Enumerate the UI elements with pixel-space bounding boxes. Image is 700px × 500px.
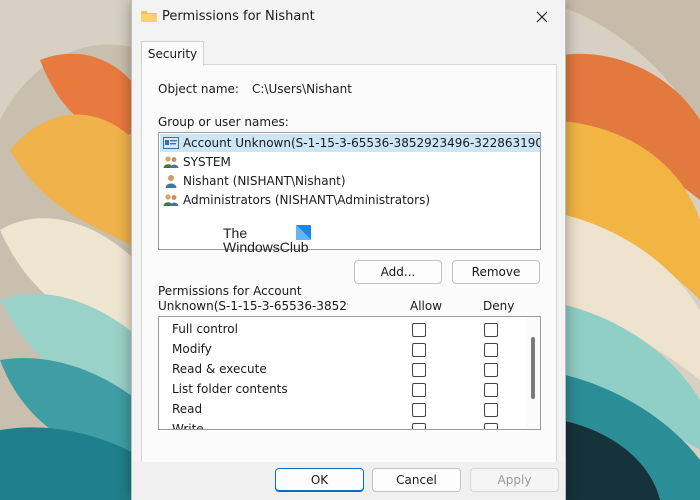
vertical-scrollbar[interactable] [526,317,540,429]
close-icon [536,11,548,23]
security-panel: Object name: C:\Users\Nishant Group or u… [141,64,557,464]
allow-checkbox[interactable] [412,343,426,357]
list-item-label: Administrators (NISHANT\Administrators) [183,193,431,207]
deny-checkbox[interactable] [484,383,498,397]
title-bar: Permissions for Nishant [132,0,565,34]
deny-checkbox[interactable] [484,423,498,429]
list-item[interactable]: SYSTEM [163,153,231,171]
deny-checkbox[interactable] [484,323,498,337]
object-name-value: C:\Users\Nishant [252,82,352,96]
tab-security[interactable]: Security [141,41,204,66]
ok-button[interactable]: OK [275,468,364,492]
window-title: Permissions for Nishant [162,9,315,24]
permissions-dialog: Permissions for Nishant Security Object … [131,0,566,500]
deny-checkbox[interactable] [484,363,498,377]
group-users-icon [163,156,179,168]
table-row: Write [159,419,524,430]
list-item-label: SYSTEM [183,155,231,169]
table-row: List folder contents [159,379,524,399]
add-button[interactable]: Add... [354,260,442,284]
allow-checkbox[interactable] [412,383,426,397]
table-row: Read & execute [159,359,524,379]
tab-label: Security [147,47,198,61]
remove-button[interactable]: Remove [452,260,540,284]
group-users-icon [163,194,179,206]
windows-logo-icon [296,225,311,240]
table-row: Read [159,399,524,419]
watermark: The WindowsClub [223,225,323,255]
table-row: Modify [159,339,524,359]
list-item[interactable]: Nishant (NISHANT\Nishant) [163,172,346,190]
folder-icon [141,11,157,22]
table-row: Full control [159,319,524,339]
apply-button[interactable]: Apply [470,468,559,492]
group-list-label: Group or user names: [158,115,289,129]
list-item[interactable]: Administrators (NISHANT\Administrators) [163,191,430,209]
scrollbar-thumb[interactable] [531,337,535,399]
deny-column-header: Deny [483,299,515,313]
allow-checkbox[interactable] [412,323,426,337]
unknown-account-icon [163,137,179,149]
close-button[interactable] [519,0,565,34]
permission-name: Read & execute [172,362,267,376]
cancel-button[interactable]: Cancel [372,468,461,492]
list-item-label: Nishant (NISHANT\Nishant) [183,174,346,188]
object-name-label: Object name: [158,82,239,96]
permission-name: Write [172,422,204,430]
list-item[interactable]: Account Unknown(S-1-15-3-65536-385292349… [160,134,540,152]
user-icon [165,175,177,188]
permission-name: List folder contents [172,382,288,396]
deny-checkbox[interactable] [484,403,498,417]
group-user-list[interactable]: Account Unknown(S-1-15-3-65536-385292349… [158,132,541,250]
allow-checkbox[interactable] [412,423,426,429]
dialog-footer: OK Cancel Apply [132,462,565,500]
permission-name: Full control [172,322,238,336]
permission-name: Read [172,402,203,416]
watermark-line2: WindowsClub [223,239,309,255]
permissions-label-line1: Permissions for Account [158,284,302,298]
allow-column-header: Allow [410,299,443,313]
permission-name: Modify [172,342,212,356]
list-item-label: Account Unknown(S-1-15-3-65536-385292349… [183,136,540,150]
allow-checkbox[interactable] [412,403,426,417]
deny-checkbox[interactable] [484,343,498,357]
allow-checkbox[interactable] [412,363,426,377]
permissions-label-line2: Unknown(S-1-15-3-65536-38529234 [158,299,348,313]
permissions-list[interactable]: Full control Modify Read & execute List … [158,316,541,430]
